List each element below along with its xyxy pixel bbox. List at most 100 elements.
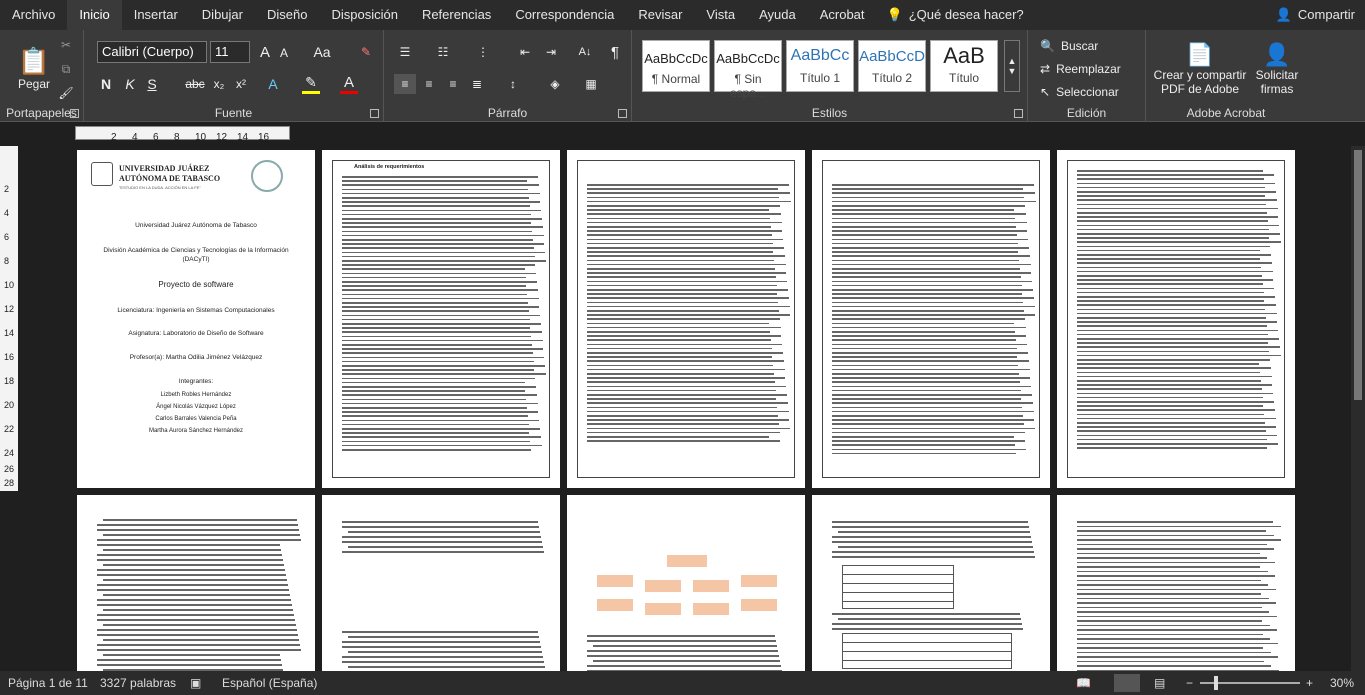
copy-icon[interactable]: ⧉ bbox=[56, 60, 76, 78]
tab-vista[interactable]: Vista bbox=[694, 0, 747, 30]
borders-icon[interactable]: ▦ bbox=[580, 74, 602, 94]
format-painter-icon[interactable]: 🖌 bbox=[56, 84, 76, 102]
document-page-3[interactable] bbox=[567, 150, 805, 488]
text-line bbox=[348, 636, 539, 638]
document-page-2[interactable]: Análisis de requerimientos bbox=[322, 150, 560, 488]
tab-archivo[interactable]: Archivo bbox=[0, 0, 67, 30]
text-line bbox=[838, 546, 1033, 548]
text-line bbox=[1077, 656, 1278, 658]
style-titulo[interactable]: AaB Título bbox=[930, 40, 998, 92]
read-mode-icon[interactable]: 📖 bbox=[1076, 676, 1091, 690]
justify-icon[interactable]: ≣ bbox=[466, 74, 488, 94]
replace-button[interactable]: ⇄ Reemplazar bbox=[1040, 59, 1138, 79]
text-line bbox=[342, 260, 546, 262]
strikethrough-icon[interactable]: abc bbox=[184, 74, 206, 94]
scrollbar-thumb[interactable] bbox=[1354, 150, 1362, 400]
underline-icon[interactable]: S bbox=[144, 74, 160, 94]
text-line bbox=[103, 624, 296, 626]
align-left-icon[interactable]: ≡ bbox=[394, 74, 416, 94]
document-page-1[interactable]: UNIVERSIDAD JUÁREZ AUTÓNOMA DE TABASCO "… bbox=[77, 150, 315, 488]
text-line bbox=[832, 613, 1020, 615]
style-titulo-1[interactable]: AaBbCc Título 1 bbox=[786, 40, 854, 92]
page-count[interactable]: Página 1 de 11 bbox=[8, 676, 88, 690]
text-line bbox=[342, 641, 540, 643]
align-center-icon[interactable]: ≡ bbox=[418, 74, 440, 94]
clipboard-launcher-icon[interactable] bbox=[70, 109, 79, 118]
tab-insertar[interactable]: Insertar bbox=[122, 0, 190, 30]
grow-font-icon[interactable]: A bbox=[256, 42, 274, 62]
document-page-10[interactable] bbox=[1057, 495, 1295, 671]
document-page-5[interactable] bbox=[1057, 150, 1295, 488]
tab-inicio[interactable]: Inicio bbox=[67, 0, 122, 30]
font-name-select[interactable]: Calibri (Cuerpo) bbox=[97, 41, 207, 63]
proofing-icon[interactable]: ▣ bbox=[190, 676, 201, 690]
multilevel-list-icon[interactable]: ⋮ bbox=[472, 42, 494, 62]
bullets-icon[interactable]: ☰ bbox=[394, 42, 416, 62]
tab-dibujar[interactable]: Dibujar bbox=[190, 0, 255, 30]
tab-revisar[interactable]: Revisar bbox=[626, 0, 694, 30]
shrink-font-icon[interactable]: A bbox=[276, 44, 292, 62]
show-marks-icon[interactable]: ¶ bbox=[604, 42, 626, 62]
styles-gallery-scroll[interactable]: ▲ ▼ bbox=[1004, 40, 1020, 92]
tab-referencias[interactable]: Referencias bbox=[410, 0, 503, 30]
align-right-icon[interactable]: ≡ bbox=[442, 74, 464, 94]
web-layout-icon[interactable]: ▤ bbox=[1154, 676, 1165, 690]
document-page-4[interactable] bbox=[812, 150, 1050, 488]
styles-launcher-icon[interactable] bbox=[1014, 109, 1023, 118]
document-page-8[interactable] bbox=[567, 495, 805, 671]
clear-formatting-icon[interactable]: ✎ bbox=[356, 42, 376, 62]
subscript-icon[interactable]: x₂ bbox=[210, 74, 228, 94]
search-button[interactable]: 🔍 Buscar bbox=[1040, 36, 1138, 56]
tab-disposicion[interactable]: Disposición bbox=[319, 0, 409, 30]
superscript-icon[interactable]: x² bbox=[232, 74, 250, 94]
text-line bbox=[587, 440, 781, 442]
text-effects-icon[interactable]: A bbox=[264, 74, 282, 94]
vertical-scrollbar[interactable] bbox=[1351, 146, 1365, 671]
cut-icon[interactable]: ✂ bbox=[56, 36, 76, 54]
horizontal-ruler[interactable]: 2 4 6 8 10 12 14 16 bbox=[0, 122, 1365, 144]
change-case-icon[interactable]: Aa bbox=[310, 42, 334, 62]
text-line bbox=[348, 651, 542, 653]
share-button[interactable]: 👤 Compartir bbox=[1276, 0, 1355, 30]
style-titulo-2[interactable]: AaBbCcD Título 2 bbox=[858, 40, 926, 92]
select-button[interactable]: ↖ Seleccionar bbox=[1040, 82, 1142, 102]
document-page-7[interactable] bbox=[322, 495, 560, 671]
tab-ayuda[interactable]: Ayuda bbox=[747, 0, 808, 30]
zoom-level[interactable]: 30% bbox=[1330, 676, 1354, 690]
font-launcher-icon[interactable] bbox=[370, 109, 379, 118]
paste-button[interactable]: 📋 Pegar bbox=[12, 36, 56, 100]
tab-acrobat[interactable]: Acrobat bbox=[808, 0, 877, 30]
sort-icon[interactable]: A↓ bbox=[574, 42, 596, 62]
highlight-icon[interactable]: ✎ bbox=[302, 74, 320, 94]
document-page-6[interactable] bbox=[77, 495, 315, 671]
italic-icon[interactable]: K bbox=[122, 74, 138, 94]
paragraph-launcher-icon[interactable] bbox=[618, 109, 627, 118]
ruler-number: 12 bbox=[216, 132, 228, 143]
create-pdf-button[interactable]: 📄 Crear y compartir PDF de Adobe bbox=[1152, 34, 1248, 104]
style-normal[interactable]: AaBbCcDc ¶ Normal bbox=[642, 40, 710, 92]
style-sin-espaciado[interactable]: AaBbCcDc ¶ Sin espa... bbox=[714, 40, 782, 100]
vertical-ruler[interactable]: 2 4 6 8 10 12 14 16 18 20 22 24 26 28 bbox=[0, 146, 18, 491]
shading-icon[interactable]: ◈ bbox=[544, 74, 566, 94]
decrease-indent-icon[interactable]: ⇤ bbox=[514, 42, 536, 62]
zoom-in-icon[interactable]: + bbox=[1306, 676, 1313, 690]
zoom-out-icon[interactable]: − bbox=[1186, 676, 1193, 690]
tell-me-search[interactable]: 💡 ¿Qué desea hacer? bbox=[877, 0, 1034, 30]
tab-diseno[interactable]: Diseño bbox=[255, 0, 319, 30]
text-line bbox=[1077, 249, 1260, 252]
language[interactable]: Español (España) bbox=[222, 676, 317, 690]
numbering-icon[interactable]: ☷ bbox=[432, 42, 454, 62]
increase-indent-icon[interactable]: ⇥ bbox=[540, 42, 562, 62]
text-line bbox=[1077, 401, 1274, 403]
line-spacing-icon[interactable]: ↕ bbox=[502, 74, 524, 94]
zoom-slider-thumb[interactable] bbox=[1214, 676, 1218, 690]
print-layout-icon[interactable] bbox=[1114, 674, 1140, 692]
word-count[interactable]: 3327 palabras bbox=[100, 676, 176, 690]
tab-correspondencia[interactable]: Correspondencia bbox=[503, 0, 626, 30]
bold-icon[interactable]: N bbox=[98, 74, 114, 94]
font-color-icon[interactable]: A bbox=[340, 74, 358, 94]
font-size-select[interactable]: 11 bbox=[210, 41, 250, 63]
request-signatures-button[interactable]: 👤 Solicitar firmas bbox=[1250, 34, 1304, 104]
document-page-9[interactable] bbox=[812, 495, 1050, 671]
ribbon: 📋 Pegar ✂ ⧉ 🖌 Portapapeles Calibri (Cuer… bbox=[0, 30, 1365, 122]
